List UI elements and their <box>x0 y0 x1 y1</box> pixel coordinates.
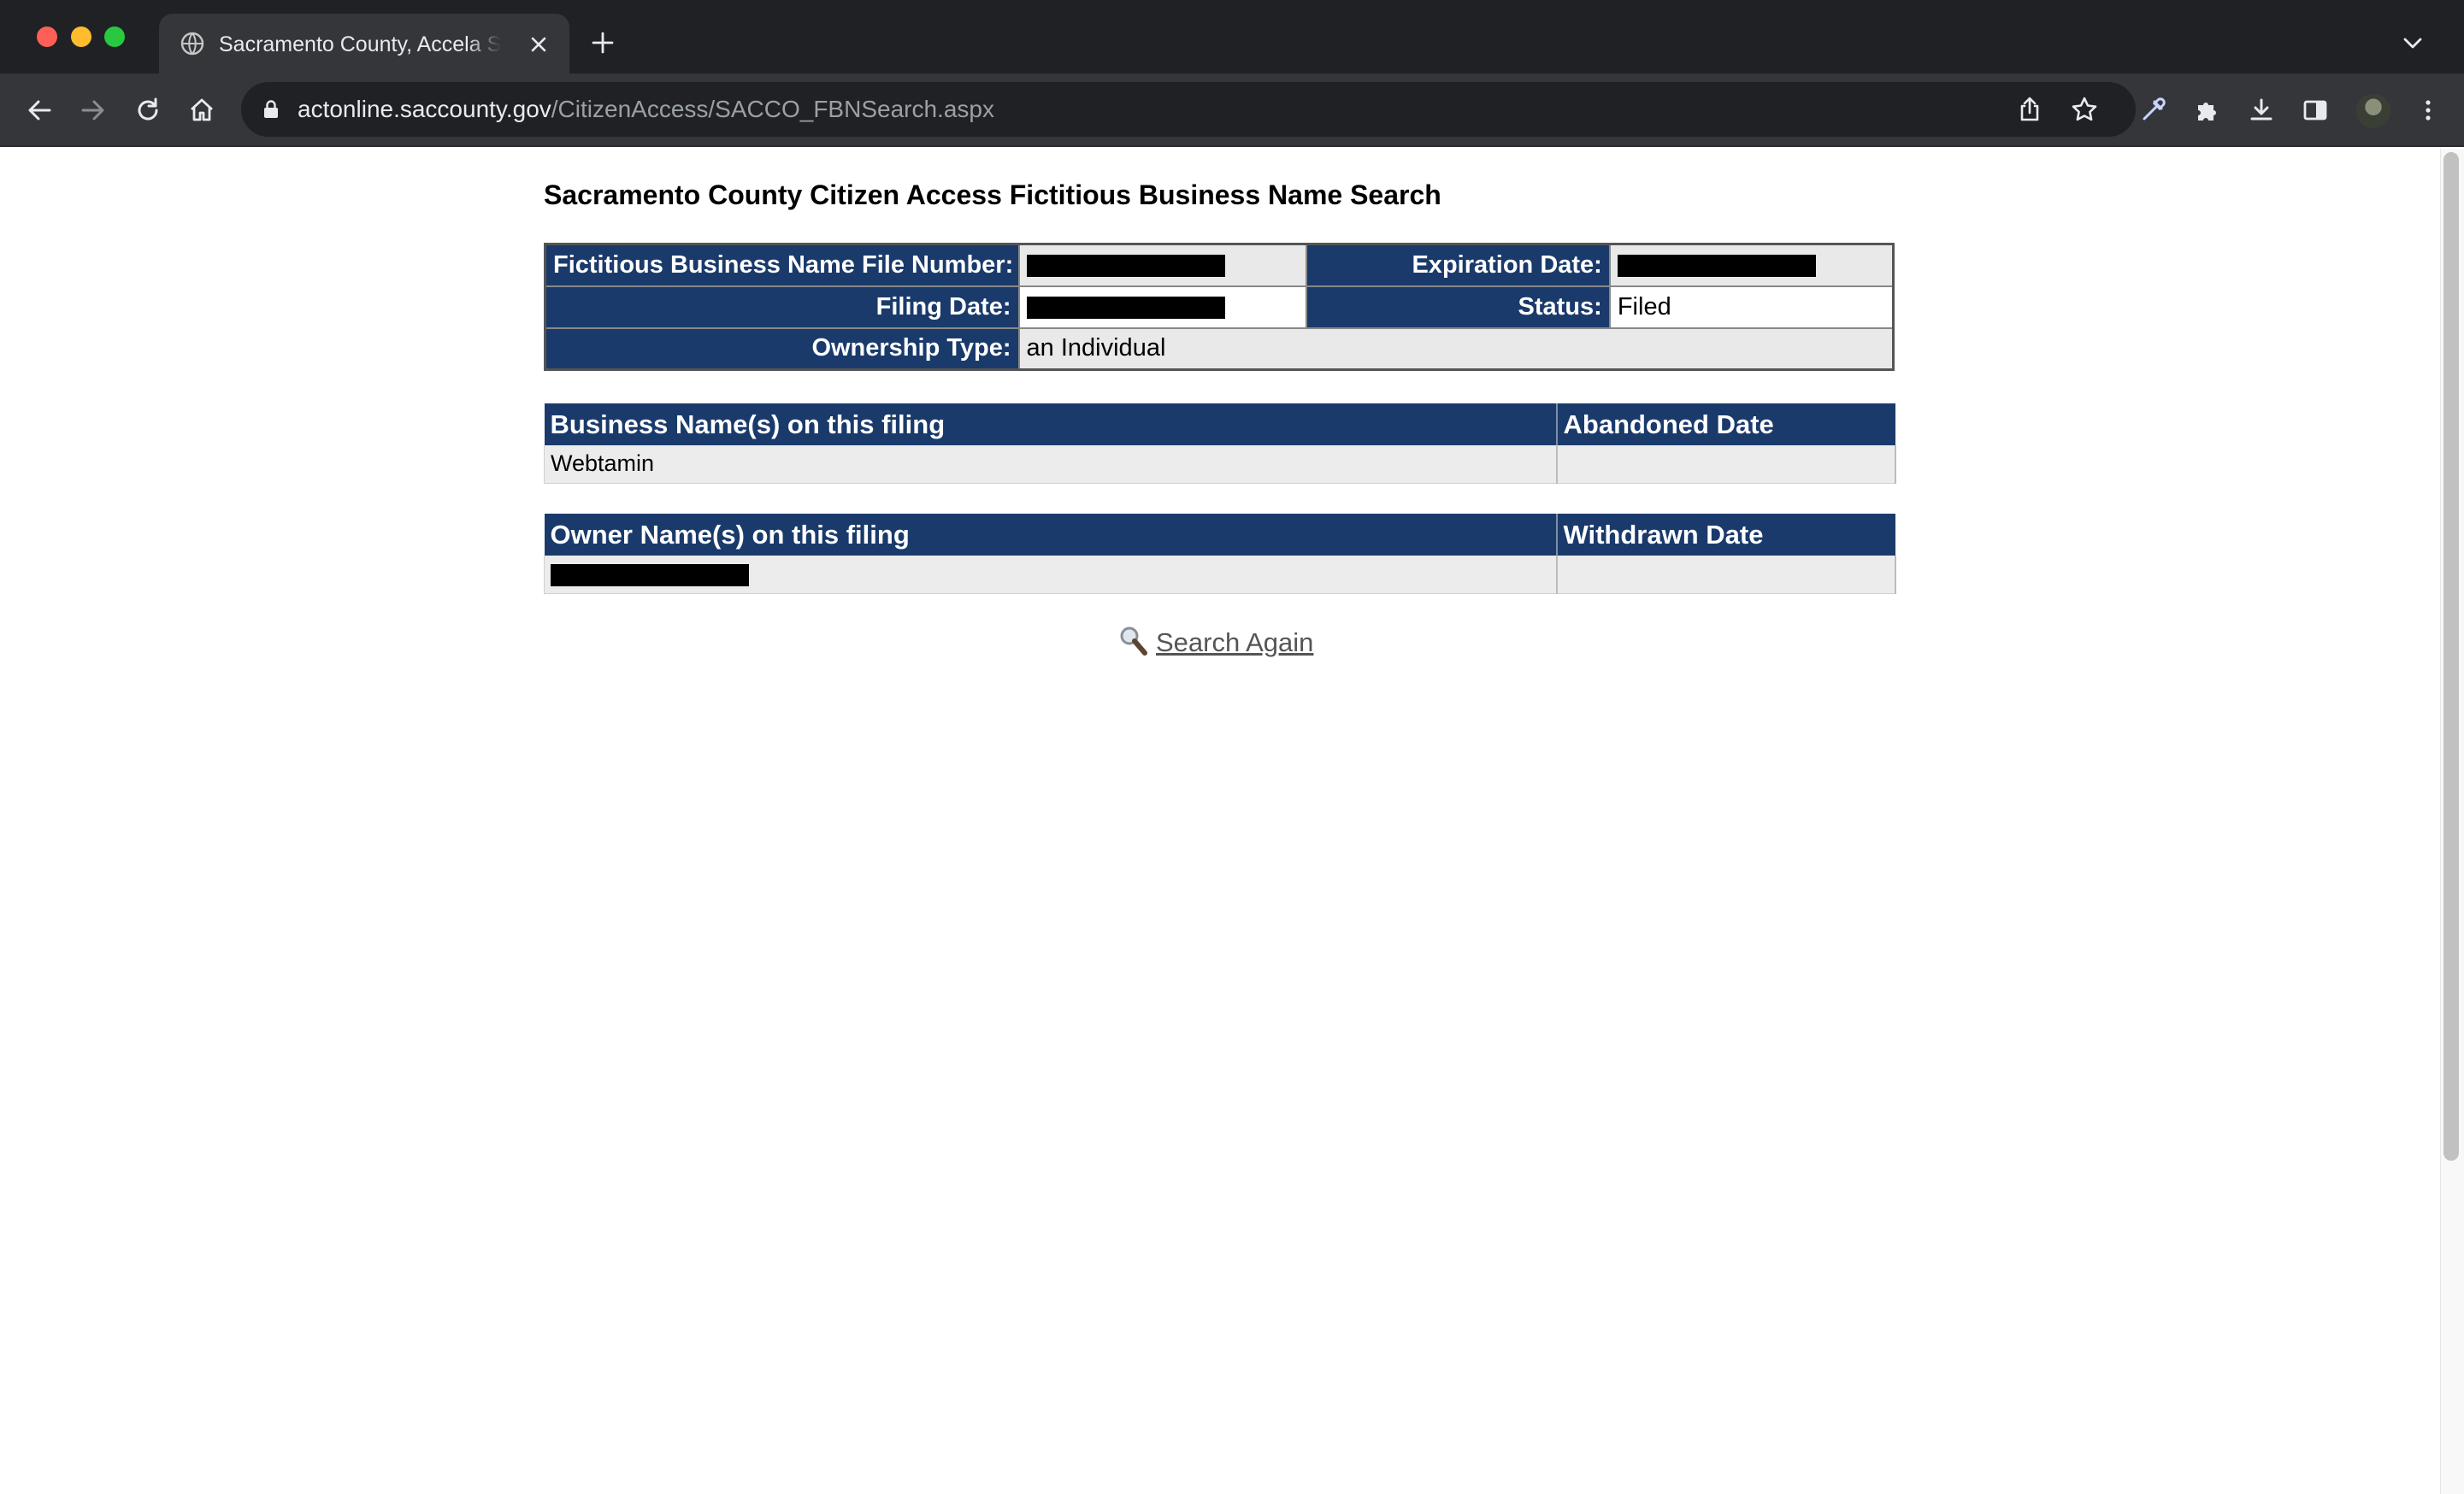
withdrawn-date-header: Withdrawn Date <box>1556 514 1895 556</box>
file-number-value <box>1017 243 1308 287</box>
tab-title: Sacramento County, Accela Search <box>219 32 501 56</box>
profile-avatar[interactable] <box>2356 94 2390 128</box>
globe-icon <box>180 32 204 56</box>
redacted-expiration-date <box>1617 255 1816 278</box>
share-icon[interactable] <box>2014 94 2045 125</box>
lock-icon[interactable] <box>263 100 279 119</box>
expiration-date-value <box>1608 243 1895 287</box>
expiration-date-label: Expiration Date: <box>1306 243 1611 287</box>
reload-icon[interactable] <box>133 95 163 126</box>
scrollbar-thumb[interactable] <box>2443 152 2459 1161</box>
maximize-window-button[interactable] <box>104 26 125 47</box>
business-name-header: Business Name(s) on this filing <box>544 403 1558 445</box>
withdrawn-date-cell <box>1556 556 1896 594</box>
browser-tab-active[interactable]: Sacramento County, Accela Search <box>159 14 569 74</box>
bookmark-star-icon[interactable] <box>2069 94 2100 125</box>
redacted-filing-date <box>1026 296 1225 319</box>
status-value: Filed <box>1608 285 1895 329</box>
url-host: actonline.saccounty.gov <box>298 96 551 122</box>
extensions-puzzle-icon[interactable] <box>2191 95 2222 126</box>
minimize-window-button[interactable] <box>71 26 91 47</box>
close-icon[interactable] <box>527 32 551 56</box>
url-text: actonline.saccounty.gov/CitizenAccess/SA… <box>298 82 994 137</box>
page-content: Sacramento County Citizen Access Fictiti… <box>0 149 2440 1494</box>
browser-tab-strip: Sacramento County, Accela Search <box>0 0 2464 74</box>
search-again-link[interactable]: Search Again <box>1118 624 1313 662</box>
search-again-label: Search Again <box>1156 627 1314 657</box>
redacted-owner-name <box>551 564 749 587</box>
filing-date-value <box>1017 285 1308 329</box>
file-number-label: Fictitious Business Name File Number: <box>544 243 1020 287</box>
side-panel-icon[interactable] <box>2300 95 2331 126</box>
page-title: Sacramento County Citizen Access Fictiti… <box>544 179 1441 210</box>
owner-name-cell <box>544 556 1558 594</box>
new-tab-icon[interactable] <box>590 30 616 56</box>
more-vertical-icon[interactable] <box>2413 95 2443 126</box>
address-bar[interactable]: actonline.saccounty.gov/CitizenAccess/SA… <box>241 82 2136 137</box>
owner-name-header: Owner Name(s) on this filing <box>544 514 1558 556</box>
ownership-type-value: an Individual <box>1017 326 1895 371</box>
forward-arrow-icon[interactable] <box>78 95 109 126</box>
magnifier-icon <box>1120 626 1147 656</box>
browser-toolbar: actonline.saccounty.gov/CitizenAccess/SA… <box>0 74 2464 147</box>
download-icon[interactable] <box>2246 95 2277 126</box>
back-arrow-icon[interactable] <box>24 95 55 126</box>
business-name-cell: Webtamin <box>544 445 1558 484</box>
table-row <box>544 556 1896 594</box>
filing-date-label: Filing Date: <box>544 285 1020 329</box>
filing-info-table: Fictitious Business Name File Number: Ex… <box>544 243 1895 371</box>
owner-names-table: Owner Name(s) on this filing Withdrawn D… <box>544 514 1896 594</box>
home-icon[interactable] <box>186 95 217 126</box>
table-row: Webtamin <box>544 445 1896 484</box>
abandoned-date-cell <box>1556 445 1896 484</box>
business-names-table: Business Name(s) on this filing Abandone… <box>544 403 1896 484</box>
url-path: /CitizenAccess/SACCO_FBNSearch.aspx <box>551 96 994 122</box>
close-window-button[interactable] <box>37 26 57 47</box>
status-label: Status: <box>1306 285 1611 329</box>
chevron-down-icon[interactable] <box>2401 32 2425 53</box>
ownership-type-label: Ownership Type: <box>544 326 1020 371</box>
redacted-file-number <box>1026 255 1225 278</box>
eyedropper-extension-icon[interactable] <box>2137 95 2168 126</box>
abandoned-date-header: Abandoned Date <box>1556 403 1895 445</box>
